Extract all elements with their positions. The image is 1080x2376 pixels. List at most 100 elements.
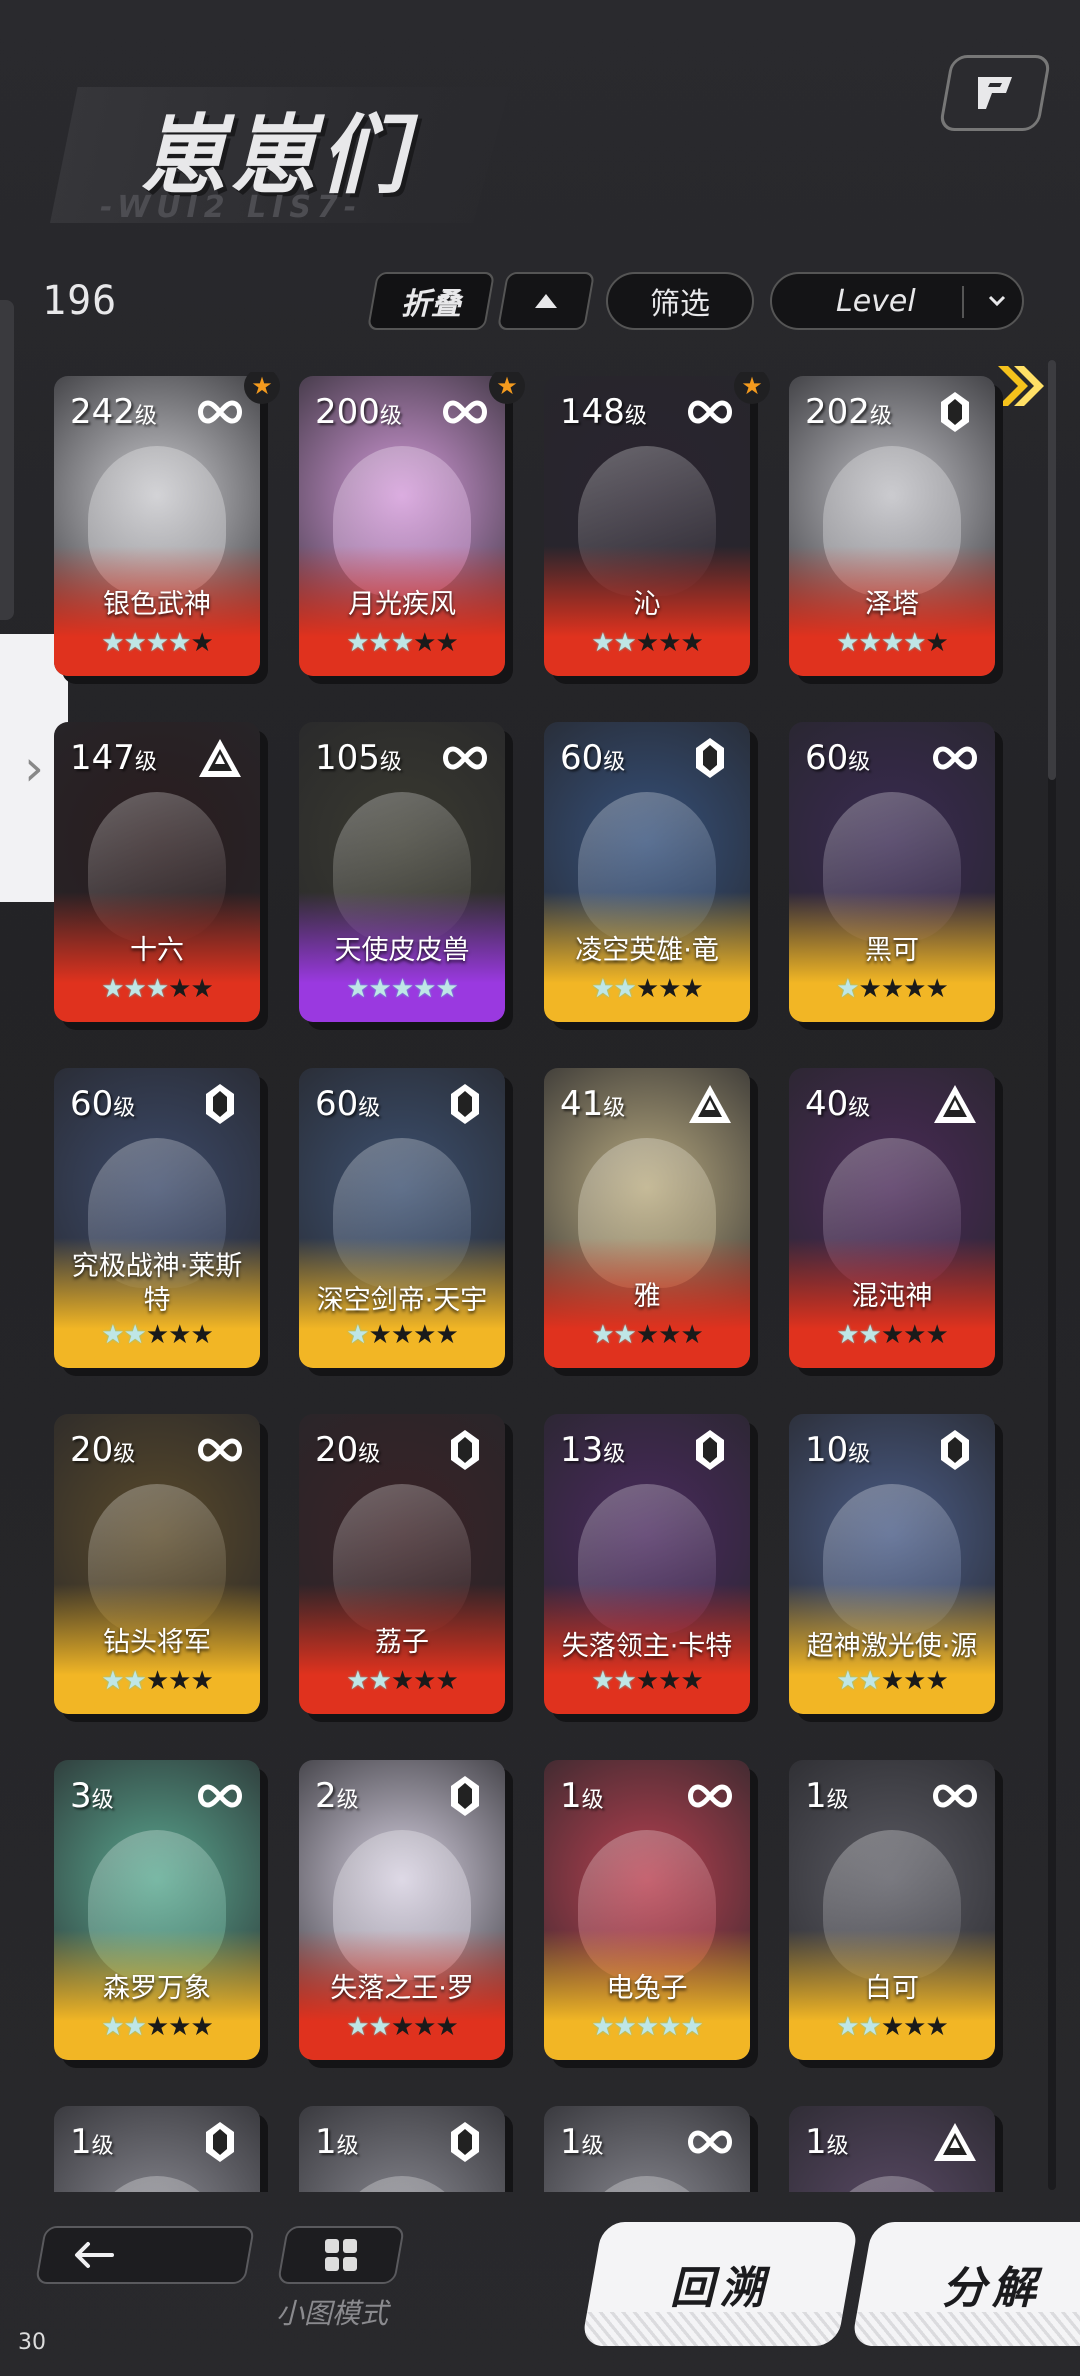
level-suffix: 级 — [91, 1788, 114, 1813]
sort-direction-button[interactable] — [496, 272, 596, 330]
star-rating: ★★★★★ — [54, 628, 260, 658]
character-name: 泽塔 — [865, 589, 919, 620]
star-icon: ★ — [413, 628, 436, 658]
character-card[interactable]: 1级 白可 ★★★★★ — [789, 1760, 995, 2060]
filter-button[interactable]: 筛选 — [606, 272, 754, 330]
sort-select[interactable]: Level — [770, 272, 1024, 330]
level-suffix: 级 — [826, 2134, 849, 2159]
character-card[interactable]: 60级 凌空英雄·竜 ★★★★★ — [544, 722, 750, 1022]
character-card[interactable]: 20级 钻头将军 ★★★★★ — [54, 1414, 260, 1714]
level-value: 1 — [805, 1776, 827, 1816]
scrollbar-thumb[interactable] — [1048, 360, 1056, 780]
character-card[interactable]: 1级 电兔子 ★★★★★ — [544, 1760, 750, 2060]
character-card[interactable]: 147级 十六 ★★★★★ — [54, 722, 260, 1022]
character-level: 148级 — [560, 392, 647, 432]
star-icon: ★ — [190, 628, 213, 658]
character-card[interactable]: 60级 深空剑帝·天宇 ★★★★★ — [299, 1068, 505, 1368]
star-icon: ★ — [880, 2012, 904, 2042]
star-icon: ★ — [145, 1320, 169, 1350]
star-rating: ★★★★★ — [789, 974, 995, 1004]
triangle-badge-icon — [929, 2120, 981, 2164]
mini-mode-button[interactable] — [276, 2226, 406, 2284]
character-level: 20级 — [315, 1430, 380, 1470]
infinity-badge-icon — [439, 736, 491, 780]
star-icon: ★ — [658, 974, 681, 1004]
character-card[interactable]: 1级 — [544, 2106, 750, 2192]
level-value: 60 — [315, 1084, 359, 1124]
chevron-down-icon — [988, 295, 1006, 307]
character-level: 60级 — [315, 1084, 380, 1124]
level-suffix: 级 — [603, 1096, 626, 1121]
favorite-star-icon[interactable]: ★ — [489, 372, 525, 404]
star-icon: ★ — [413, 1666, 436, 1696]
character-card[interactable]: 60级 黑可 ★★★★★ — [789, 722, 995, 1022]
character-card[interactable]: 200级 月光疾风 ★★★★★ — [299, 376, 505, 676]
star-icon: ★ — [591, 1666, 614, 1696]
character-card[interactable]: 202级 泽塔 ★★★★★ — [789, 376, 995, 676]
character-card[interactable]: 105级 天使皮皮兽 ★★★★★ — [299, 722, 505, 1022]
character-card[interactable]: 148级沁 ★★★★★ — [544, 376, 750, 676]
character-card[interactable]: 20级 荔子 ★★★★★ — [299, 1414, 505, 1714]
character-card[interactable]: 1级 — [789, 2106, 995, 2192]
level-value: 105 — [315, 738, 380, 778]
character-card[interactable]: 3级 森罗万象 ★★★★★ — [54, 1760, 260, 2060]
character-level: 242级 — [70, 392, 157, 432]
crystal-badge-icon — [929, 1428, 981, 1472]
star-rating: ★★★★★ — [789, 1320, 995, 1350]
character-card[interactable]: 2级 失落之王·罗 ★★★★★ — [299, 1760, 505, 2060]
character-card[interactable]: 1级 — [54, 2106, 260, 2192]
character-card[interactable]: 41级雅 ★★★★★ — [544, 1068, 750, 1368]
character-name: 银色武神 — [103, 589, 211, 620]
rarity-bar — [339, 2048, 465, 2054]
character-grid: 242级 银色武神 ★★★★★ ★ 200级 月光疾风 ★★★★★ ★ 148级沁 ★★★★★ ★ 2… — [50, 372, 1010, 2192]
character-card[interactable]: 40级 混沌神 ★★★★★ — [789, 1068, 995, 1368]
crystal-badge-icon — [439, 1774, 491, 1818]
character-name: 超神激光使·源 — [806, 1631, 978, 1662]
character-level: 60级 — [560, 738, 625, 778]
restore-button[interactable]: 回溯 — [581, 2222, 859, 2346]
level-suffix: 级 — [826, 1788, 849, 1813]
fold-button[interactable]: 折叠 — [366, 272, 496, 330]
level-value: 242 — [70, 392, 135, 432]
favorite-star-icon[interactable]: ★ — [244, 372, 280, 404]
rarity-bar — [584, 2048, 710, 2054]
character-card[interactable]: 242级银色武神 ★★★★★ — [54, 376, 260, 676]
character-card[interactable]: 13级 失落领主·卡特 ★★★★★ — [544, 1414, 750, 1714]
back-button[interactable] — [34, 2226, 256, 2284]
character-name: 月光疾风 — [348, 589, 456, 620]
star-icon: ★ — [858, 1320, 882, 1350]
favorite-star-icon[interactable]: ★ — [734, 372, 770, 404]
star-rating: ★★★★★ — [54, 2012, 260, 2042]
infinity-badge-icon — [929, 1774, 981, 1818]
star-icon: ★ — [858, 1666, 882, 1696]
star-icon: ★ — [101, 1666, 124, 1696]
level-suffix: 级 — [379, 750, 402, 775]
rarity-bar — [829, 1010, 955, 1016]
level-value: 1 — [805, 2122, 827, 2162]
character-level: 13级 — [560, 1430, 625, 1470]
rarity-bar — [584, 1356, 710, 1362]
star-icon: ★ — [658, 1666, 681, 1696]
character-card[interactable]: 60级 究极战神·莱斯特 ★★★★★ — [54, 1068, 260, 1368]
level-value: 41 — [560, 1084, 604, 1124]
decompose-button[interactable]: 分解 — [851, 2222, 1080, 2346]
level-value: 2 — [315, 1776, 337, 1816]
character-card[interactable]: 10级 超神激光使·源 ★★★★★ — [789, 1414, 995, 1714]
level-suffix: 级 — [581, 2134, 604, 2159]
rarity-bar — [584, 664, 710, 670]
star-icon: ★ — [635, 1320, 659, 1350]
level-value: 3 — [70, 1776, 92, 1816]
star-icon: ★ — [925, 1666, 948, 1696]
character-card[interactable]: 1级 — [299, 2106, 505, 2192]
star-icon: ★ — [368, 974, 392, 1004]
level-value: 20 — [315, 1430, 359, 1470]
star-icon: ★ — [613, 974, 637, 1004]
character-name: 钻头将军 — [103, 1627, 211, 1658]
scrollbar[interactable] — [1048, 360, 1056, 2190]
rarity-bar — [829, 664, 955, 670]
star-rating: ★★★★★ — [544, 628, 750, 658]
star-rating: ★★★★★ — [789, 628, 995, 658]
top-right-button[interactable] — [938, 55, 1052, 131]
character-level: 41级 — [560, 1084, 625, 1124]
character-level: 60级 — [805, 738, 870, 778]
